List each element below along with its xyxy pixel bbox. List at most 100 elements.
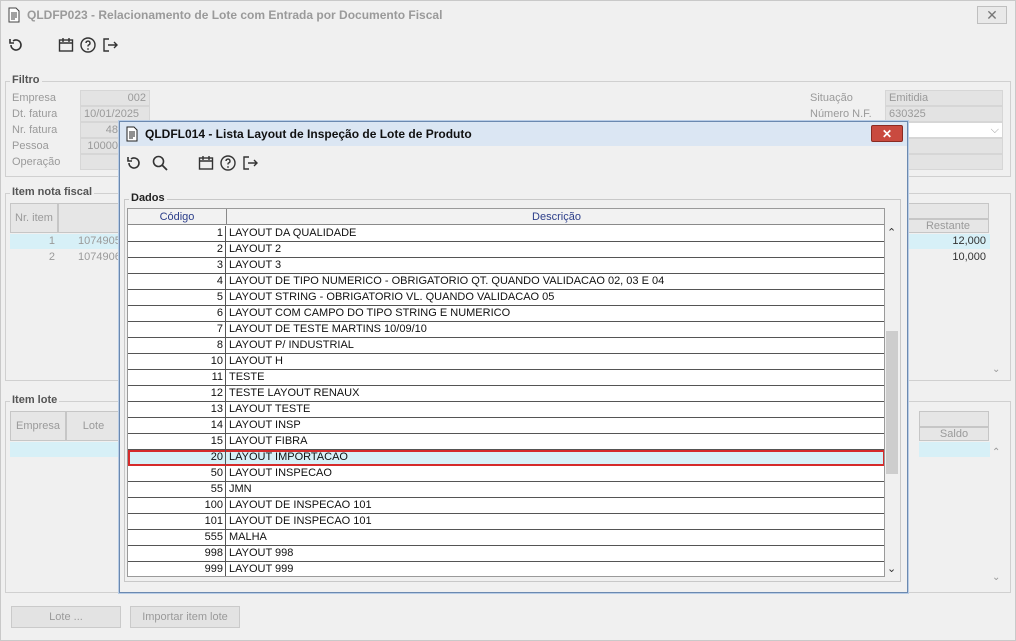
numero-nf-field[interactable]: 630325 [885,106,1003,122]
help-button[interactable] [77,34,99,56]
col-saldo-top [919,411,989,427]
dialog-title: QLDFL014 - Lista Layout de Inspeção de L… [145,127,472,141]
item-cell: 1074905 [78,235,121,247]
filtro-field-4[interactable] [907,138,1003,154]
list-item[interactable]: 11 TESTE [128,370,884,386]
list-item[interactable]: 20 LAYOUT IMPORTACAO [128,450,884,466]
scroll-down-arrow[interactable]: ⌄ [992,572,1000,583]
scroll-down-arrow[interactable]: ⌄ [992,364,1000,375]
list-item[interactable]: 5 LAYOUT STRING - OBRIGATORIO VL. QUANDO … [128,290,884,306]
dialog-toolbar [123,149,261,177]
close-icon: ✕ [881,126,893,141]
list-item[interactable]: 10 LAYOUT H [128,354,884,370]
pessoa-label: Pessoa [12,140,49,152]
col-item[interactable] [58,203,120,233]
layout-description: LAYOUT DE INSPECAO 101 [229,499,372,511]
layout-description: LAYOUT COM CAMPO DO TIPO STRING E NUMERI… [229,307,511,319]
calendar-button[interactable] [195,152,217,174]
layout-list[interactable]: Código Descrição 1 LAYOUT DA QUALIDADE 2 LA… [127,208,885,577]
col-lote[interactable]: Lote [66,411,121,441]
nr-item-cell: 1 [48,235,55,247]
pessoa-field[interactable]: 10000 [80,138,122,154]
layout-description: LAYOUT TESTE [229,403,311,415]
list-item[interactable]: 4 LAYOUT DE TIPO NUMERICO - OBRIGATORIO Q… [128,274,884,290]
situacao-label: Situação [810,92,853,104]
lote-button[interactable]: Lote ... [11,606,121,628]
list-item[interactable]: 6 LAYOUT COM CAMPO DO TIPO STRING E NUMER… [128,306,884,322]
list-item[interactable]: 12 TESTE LAYOUT RENAUX [128,386,884,402]
main-close-button[interactable]: ✕ [977,6,1007,24]
importar-item-lote-button[interactable]: Importar item lote [130,606,240,628]
nr-fatura-field[interactable]: 48 [80,122,122,138]
layout-code: 2 [128,242,226,257]
undo-button[interactable] [5,34,27,56]
layout-description: LAYOUT IMPORTACAO [229,451,348,463]
list-item[interactable]: 998 LAYOUT 998 [128,546,884,562]
layout-code: 8 [128,338,226,353]
exit-icon [103,38,118,52]
layout-description: LAYOUT 999 [229,563,294,575]
search-button[interactable] [149,152,171,174]
col-empresa[interactable]: Empresa [10,411,66,441]
empresa-field[interactable]: 002 [80,90,150,106]
list-item[interactable]: 100 LAYOUT DE INSPECAO 101 [128,498,884,514]
exit-button[interactable] [239,152,261,174]
col-saldo[interactable]: Saldo [919,427,989,441]
scroll-down-arrow[interactable]: ⌄ [887,562,896,575]
col-nr-item[interactable]: Nr. item [10,203,58,233]
exit-icon [243,156,258,170]
numero-nf-label: Número N.F. [810,108,872,120]
item-cell: 1074906 [78,251,121,263]
list-scrollbar[interactable]: ⌃ ⌄ [885,224,899,577]
layout-code: 15 [128,434,226,449]
layout-description: MALHA [229,531,267,543]
empresa-label: Empresa [12,92,57,104]
situacao-field[interactable]: Emitidia [885,90,1003,106]
list-item[interactable]: 7 LAYOUT DE TESTE MARTINS 10/09/10 [128,322,884,338]
list-item[interactable]: 14 LAYOUT INSP [128,418,884,434]
scrollbar-thumb[interactable] [886,331,898,474]
filtro-label: Filtro [10,74,42,86]
help-button[interactable] [217,152,239,174]
layout-code: 12 [128,386,226,401]
exit-button[interactable] [99,34,121,56]
undo-button[interactable] [123,152,145,174]
layout-description: LAYOUT STRING - OBRIGATORIO VL. QUANDO V… [229,291,555,303]
combo-field[interactable]: ⌵ [907,122,1003,138]
list-item[interactable]: 101 LAYOUT DE INSPECAO 101 [128,514,884,530]
layout-code: 3 [128,258,226,273]
layout-code: 11 [128,370,226,385]
calendar-button[interactable] [55,34,77,56]
list-item[interactable]: 3 LAYOUT 3 [128,258,884,274]
layout-code: 100 [128,498,226,513]
nr-fatura-label: Nr. fatura [12,124,58,136]
list-item[interactable]: 999 LAYOUT 999 [128,562,884,576]
list-item[interactable]: 50 LAYOUT INSPECAO [128,466,884,482]
list-item[interactable]: 555 MALHA [128,530,884,546]
list-item[interactable]: 8 LAYOUT P/ INDUSTRIAL [128,338,884,354]
layout-description: LAYOUT 3 [229,259,282,271]
col-restante[interactable]: Restante [907,219,989,233]
col-descricao[interactable]: Descrição [227,209,884,225]
operacao-field[interactable] [80,154,122,170]
layout-code: 555 [128,530,226,545]
list-item[interactable]: 15 LAYOUT FIBRA [128,434,884,450]
list-item[interactable]: 2 LAYOUT 2 [128,242,884,258]
filtro-field-5[interactable] [907,154,1003,170]
scroll-up-arrow[interactable]: ⌃ [992,447,1000,458]
list-item[interactable]: 55 JMN [128,482,884,498]
list-item[interactable]: 13 LAYOUT TESTE [128,402,884,418]
table-row-right[interactable] [919,442,990,457]
col-codigo[interactable]: Código [128,209,227,225]
dialog-close-button[interactable]: ✕ [871,125,903,142]
layout-code: 10 [128,354,226,369]
table-row[interactable] [10,442,121,457]
scroll-up-arrow[interactable]: ⌃ [887,226,896,239]
close-icon: ✕ [986,6,998,23]
layout-description: LAYOUT INSP [229,419,301,431]
layout-code: 999 [128,562,226,576]
help-icon [80,37,96,53]
dialog-titlebar: QLDFL014 - Lista Layout de Inspeção de L… [120,122,907,146]
dt-fatura-field[interactable]: 10/01/2025 [80,106,150,122]
list-item[interactable]: 1 LAYOUT DA QUALIDADE [128,226,884,242]
